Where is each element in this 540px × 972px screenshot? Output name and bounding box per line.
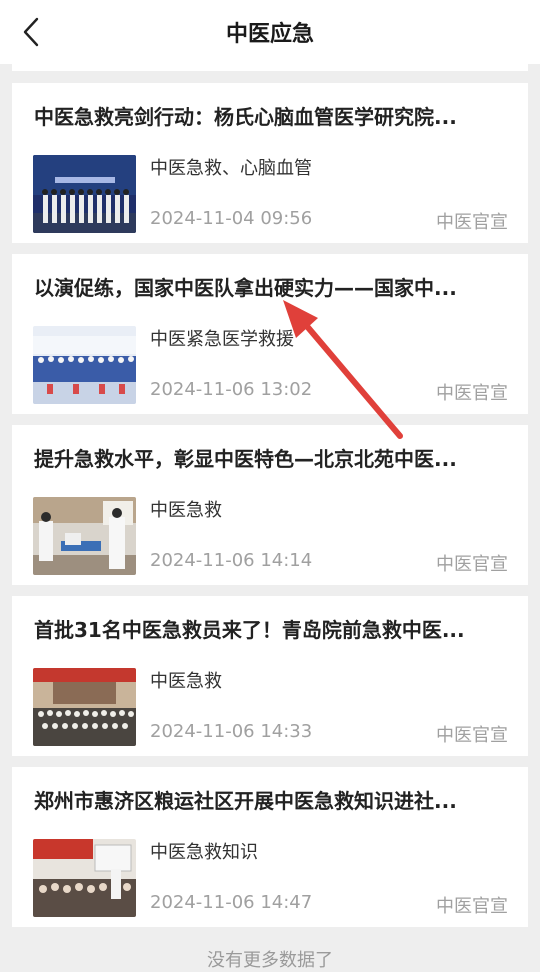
article-title: 提升急救水平，彰显中医特色—北京北苑中医...	[34, 447, 457, 471]
back-button[interactable]	[12, 12, 52, 52]
article-thumbnail	[33, 155, 136, 233]
no-more-data-text: 没有更多数据了	[207, 950, 333, 971]
article-title: 首批31名中医急救员来了！青岛院前急救中医...	[34, 618, 465, 642]
article-source: 中医官宣	[436, 383, 508, 404]
article-card[interactable]: 提升急救水平，彰显中医特色—北京北苑中医... 中医急救 2024-11-06 …	[12, 425, 528, 585]
article-card[interactable]: 以演促练，国家中医队拿出硬实力——国家中... 中医紧急医学救援 2024-11…	[12, 254, 528, 414]
article-time: 2024-11-06 14:33	[150, 721, 313, 742]
article-title: 以演促练，国家中医队拿出硬实力——国家中...	[34, 276, 457, 300]
article-tags: 中医急救、心脑血管	[150, 158, 312, 179]
back-chevron-icon	[23, 17, 39, 47]
top-navigation-bar: 中医应急	[0, 0, 540, 64]
article-source: 中医官宣	[436, 725, 508, 746]
article-thumbnail	[33, 839, 136, 917]
article-list: 中医急救亮剑行动：杨氏心脑血管医学研究院... 中医急救、心脑血管 2024-1…	[0, 83, 540, 938]
article-time: 2024-11-06 14:14	[150, 550, 313, 571]
article-card[interactable]: 首批31名中医急救员来了！青岛院前急救中医... 中医急救 2024-11-06…	[12, 596, 528, 756]
article-title: 郑州市惠济区粮运社区开展中医急救知识进社...	[34, 789, 457, 813]
article-thumbnail	[33, 326, 136, 404]
article-tags: 中医紧急医学救援	[150, 329, 294, 350]
article-title: 中医急救亮剑行动：杨氏心脑血管医学研究院...	[34, 105, 457, 129]
article-source: 中医官宣	[436, 554, 508, 575]
article-tags: 中医急救	[150, 500, 222, 521]
article-source: 中医官宣	[436, 212, 508, 233]
article-card[interactable]: 郑州市惠济区粮运社区开展中医急救知识进社... 中医急救知识 2024-11-0…	[12, 767, 528, 927]
article-time: 2024-11-06 14:47	[150, 892, 313, 913]
article-card[interactable]: 中医急救亮剑行动：杨氏心脑血管医学研究院... 中医急救、心脑血管 2024-1…	[12, 83, 528, 243]
article-thumbnail	[33, 497, 136, 575]
article-source: 中医官宣	[436, 896, 508, 917]
article-thumbnail	[33, 668, 136, 746]
article-tags: 中医急救	[150, 671, 222, 692]
article-time: 2024-11-04 09:56	[150, 208, 313, 229]
page-title: 中医应急	[225, 22, 314, 47]
article-tags: 中医急救知识	[150, 842, 258, 863]
partial-card	[12, 64, 528, 71]
article-time: 2024-11-06 13:02	[150, 379, 313, 400]
